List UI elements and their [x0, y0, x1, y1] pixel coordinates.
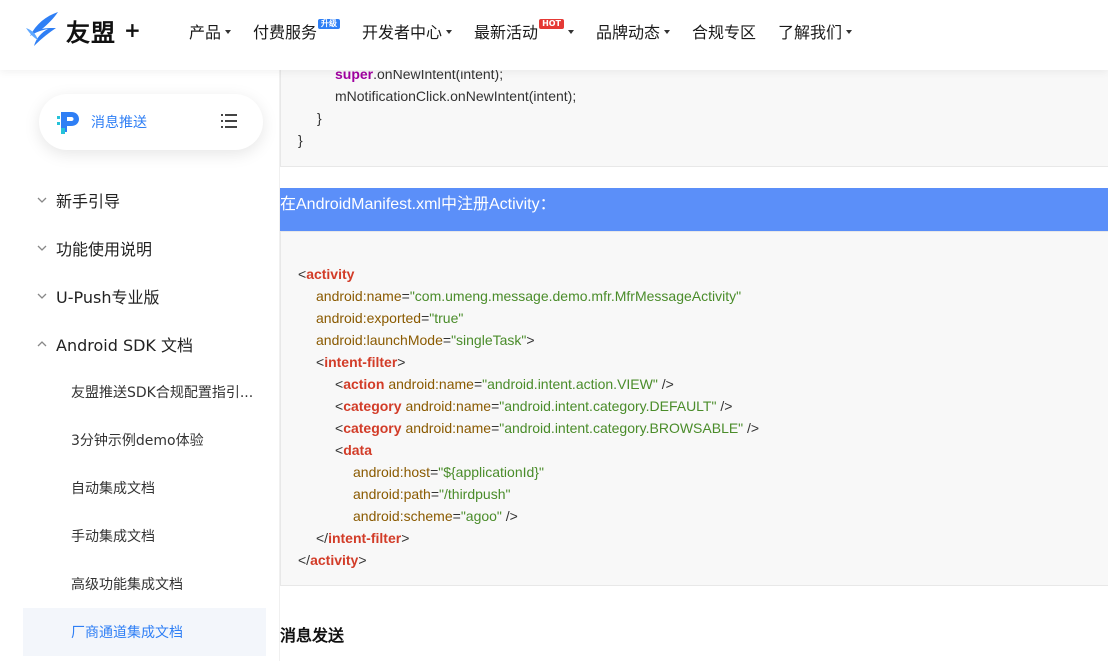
menu-item-label: 功能使用说明 [56, 240, 153, 259]
nav-compliance[interactable]: 合规专区 [692, 19, 756, 43]
nav-label: 了解我们 [778, 23, 843, 42]
nav-latest-events[interactable]: 最新活动 HOT [474, 19, 575, 43]
code-line: mNotificationClick.onNewIntent(intent); [335, 88, 577, 104]
sub-item-manual-integration[interactable]: 手动集成文档 [23, 512, 266, 560]
code-line: <category android:name="android.intent.c… [335, 420, 760, 436]
nav-developer-center[interactable]: 开发者中心 [362, 19, 453, 43]
list-menu-icon[interactable] [221, 114, 237, 128]
caret-down-icon [446, 30, 453, 34]
caret-down-icon [568, 30, 575, 34]
doc-menu: 新手引导 功能使用说明 U-Push专业版 Android SDK 文档 友盟推… [23, 176, 266, 656]
doc-sidebar: 消息推送 新手引导 功能使用说明 U-Push专业版 Android SDK 文… [0, 70, 279, 661]
sub-item-auto-integration[interactable]: 自动集成文档 [23, 464, 266, 512]
code-line: } [298, 132, 303, 148]
chevron-up-icon [37, 341, 47, 347]
code-line: <intent-filter> [316, 354, 406, 370]
upgrade-badge: 升级 [318, 19, 341, 29]
product-label: 消息推送 [91, 115, 147, 131]
bird-logo-icon [26, 12, 58, 46]
nav-label: 产品 [189, 23, 222, 42]
code-line: <action android:name="android.intent.act… [335, 376, 674, 392]
sub-item-demo[interactable]: 3分钟示例demo体验 [23, 416, 266, 464]
code-line: </intent-filter> [316, 530, 410, 546]
code-line: <activity [298, 266, 355, 282]
caret-down-icon [664, 30, 671, 34]
hot-badge: HOT [539, 19, 565, 29]
section-title: 消息发送 [280, 626, 345, 645]
main-nav: 产品 付费服务 升级 开发者中心 最新活动 HOT 品牌动态 合规专区 了解我们 [189, 19, 874, 43]
chevron-down-icon [37, 245, 47, 251]
code-line: } [317, 110, 322, 126]
nav-brand-news[interactable]: 品牌动态 [596, 19, 671, 43]
code-block-java: super.onNewIntent(intent); mNotification… [280, 70, 1108, 167]
nav-label: 最新活动 [474, 23, 539, 42]
menu-item-feature-guide[interactable]: 功能使用说明 [23, 224, 266, 272]
chevron-down-icon [37, 197, 47, 203]
push-product-icon [57, 112, 79, 134]
code-line: <data [335, 442, 372, 458]
doc-content: super.onNewIntent(intent); mNotification… [280, 70, 1108, 661]
logo-plus: + [124, 18, 141, 42]
menu-item-getting-started[interactable]: 新手引导 [23, 176, 266, 224]
code-line: super.onNewIntent(intent); [335, 70, 504, 82]
code-block-manifest: <activity android:name="com.umeng.messag… [280, 231, 1108, 586]
nav-about-us[interactable]: 了解我们 [778, 19, 853, 43]
caret-down-icon [225, 30, 232, 34]
menu-item-label: 新手引导 [56, 192, 121, 211]
menu-item-upush-pro[interactable]: U-Push专业版 [23, 272, 266, 320]
code-line: android:name="com.umeng.message.demo.mfr… [316, 288, 742, 304]
nav-label: 开发者中心 [362, 23, 443, 42]
code-line: android:exported="true" [316, 310, 464, 326]
section-heading-highlight: 在AndroidManifest.xml中注册Activity： [280, 188, 1108, 231]
nav-label: 付费服务 [253, 23, 318, 42]
logo-text: 友盟 [66, 18, 116, 47]
menu-item-label: Android SDK 文档 [56, 336, 194, 355]
sub-item-compliance-guide[interactable]: 友盟推送SDK合规配置指引... [23, 368, 266, 416]
nav-products[interactable]: 产品 [189, 19, 232, 43]
menu-item-android-sdk[interactable]: Android SDK 文档 [23, 320, 266, 368]
menu-item-label: U-Push专业版 [56, 288, 160, 307]
top-header: 友盟 + 产品 付费服务 升级 开发者中心 最新活动 HOT 品牌动态 合规专区… [0, 0, 1108, 70]
code-line: <category android:name="android.intent.c… [335, 398, 733, 414]
chevron-down-icon [37, 293, 47, 299]
code-line: android:host="${applicationId}" [353, 464, 544, 480]
caret-down-icon [846, 30, 853, 34]
sub-item-advanced-integration[interactable]: 高级功能集成文档 [23, 560, 266, 608]
nav-label: 合规专区 [692, 23, 757, 42]
umeng-logo[interactable]: 友盟 + [24, 10, 141, 50]
product-selector[interactable]: 消息推送 [39, 94, 263, 150]
code-line: android:launchMode="singleTask"> [316, 332, 535, 348]
sub-item-vendor-channel[interactable]: 厂商通道集成文档 [23, 608, 266, 656]
nav-label: 品牌动态 [596, 23, 661, 42]
code-line: </activity> [298, 552, 367, 568]
nav-paid-services[interactable]: 付费服务 升级 [253, 19, 341, 43]
code-line: android:scheme="agoo" /> [353, 508, 518, 524]
code-line: android:path="/thirdpush" [353, 486, 511, 502]
